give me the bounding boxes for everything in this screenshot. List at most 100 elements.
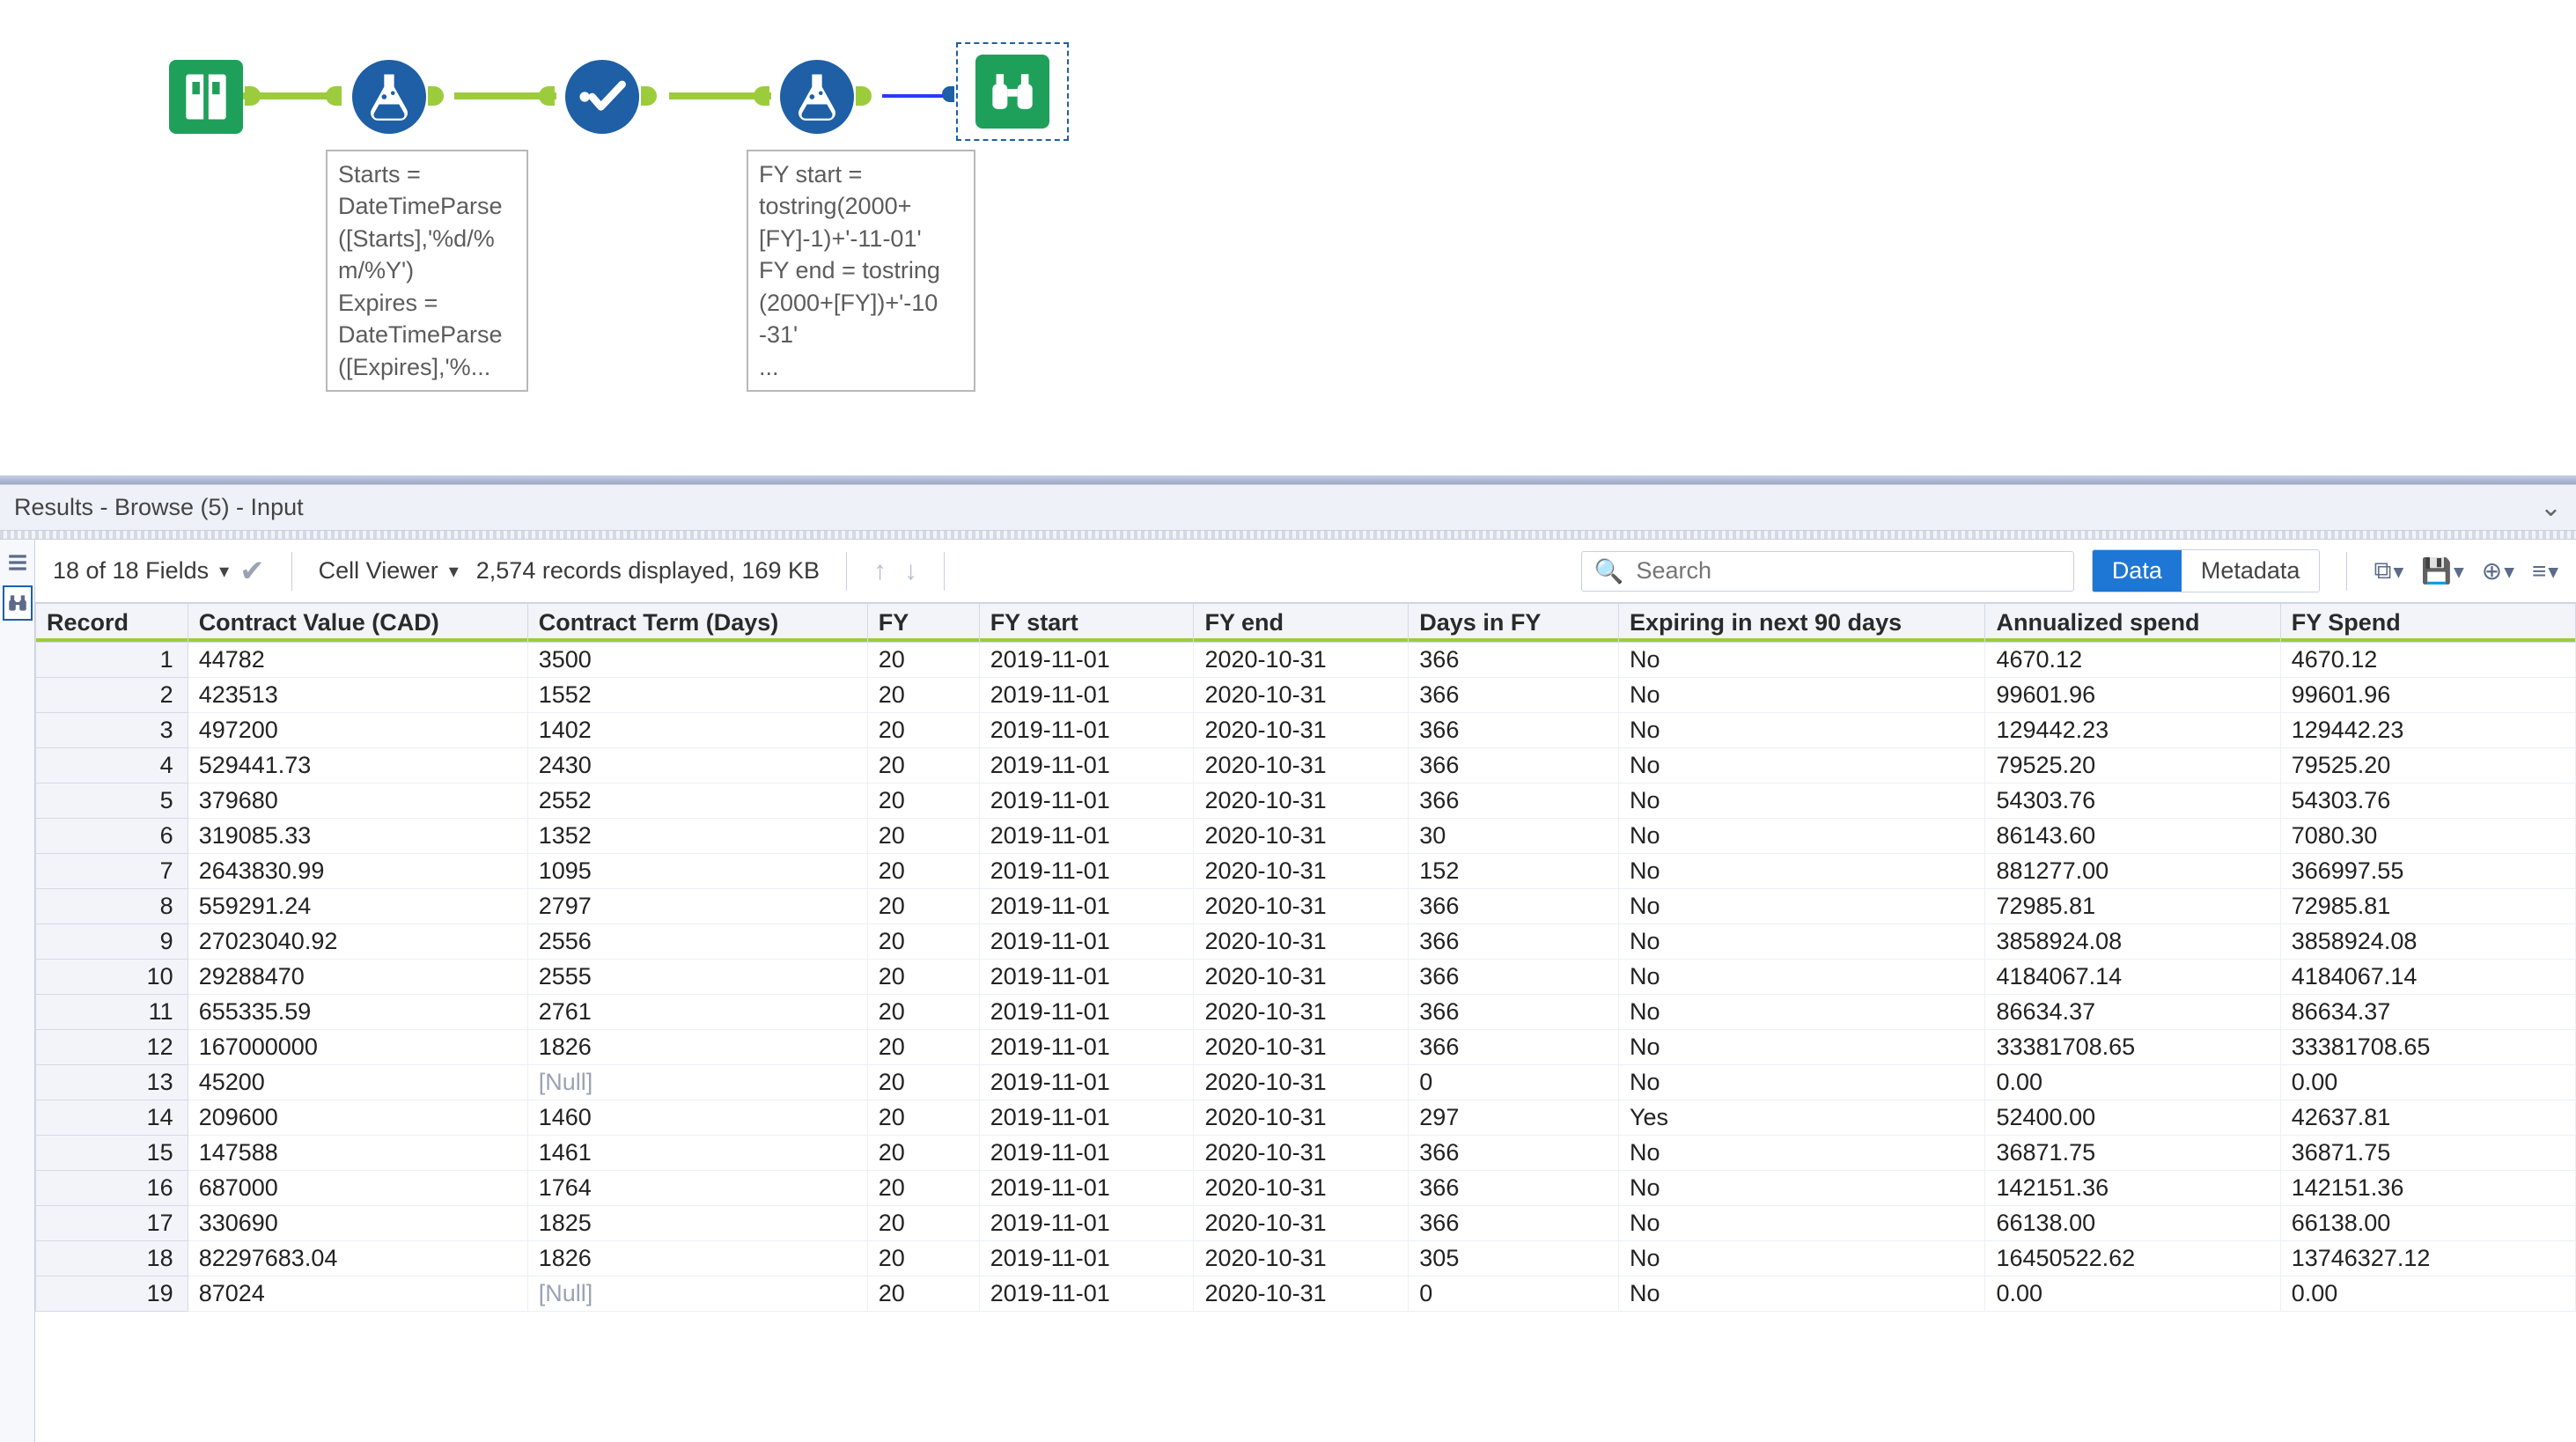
table-cell[interactable]: 655335.59 bbox=[188, 995, 527, 1030]
table-cell[interactable]: 2430 bbox=[527, 748, 867, 784]
table-cell[interactable]: 2797 bbox=[527, 889, 867, 924]
table-cell[interactable]: 881277.00 bbox=[1985, 854, 2280, 889]
output-port[interactable] bbox=[856, 86, 872, 106]
table-cell[interactable]: 330690 bbox=[188, 1206, 527, 1241]
table-cell[interactable]: 2020-10-31 bbox=[1194, 1065, 1409, 1100]
table-cell[interactable]: 3500 bbox=[527, 643, 867, 678]
table-cell[interactable]: 1826 bbox=[527, 1241, 867, 1276]
table-cell[interactable]: 2643830.99 bbox=[188, 854, 527, 889]
table-cell[interactable]: 20 bbox=[867, 1241, 979, 1276]
table-cell[interactable]: 366 bbox=[1409, 643, 1619, 678]
table-cell[interactable]: No bbox=[1619, 819, 1985, 854]
table-cell[interactable]: 3858924.08 bbox=[2280, 924, 2575, 960]
table-row[interactable]: 142096001460202019-11-012020-10-31297Yes… bbox=[36, 1100, 2576, 1136]
table-row[interactable]: 927023040.922556202019-11-012020-10-3136… bbox=[36, 924, 2576, 960]
table-cell[interactable]: 45200 bbox=[188, 1065, 527, 1100]
data-tab[interactable]: Data bbox=[2093, 550, 2182, 592]
check-icon[interactable]: ✔ bbox=[239, 554, 265, 589]
table-cell[interactable]: 366 bbox=[1409, 889, 1619, 924]
tool-formula-2[interactable] bbox=[780, 60, 854, 134]
annotation-formula-2[interactable]: FY start = tostring(2000+ [FY]-1)+'-11-0… bbox=[747, 150, 975, 392]
table-cell[interactable]: 319085.33 bbox=[188, 819, 527, 854]
table-cell[interactable]: 10 bbox=[36, 960, 188, 995]
table-cell[interactable]: 2552 bbox=[527, 784, 867, 819]
workflow-canvas[interactable]: Starts = DateTimeParse ([Starts],'%d/% m… bbox=[0, 0, 2576, 475]
table-cell[interactable]: 20 bbox=[867, 924, 979, 960]
column-header[interactable]: FY end bbox=[1194, 604, 1409, 643]
table-cell[interactable]: 7080.30 bbox=[2280, 819, 2575, 854]
table-cell[interactable]: 366 bbox=[1409, 748, 1619, 784]
table-cell[interactable]: 9 bbox=[36, 924, 188, 960]
table-cell[interactable]: 20 bbox=[867, 678, 979, 713]
table-cell[interactable]: 29288470 bbox=[188, 960, 527, 995]
table-row[interactable]: 72643830.991095202019-11-012020-10-31152… bbox=[36, 854, 2576, 889]
table-cell[interactable]: 129442.23 bbox=[2280, 713, 2575, 748]
table-cell[interactable]: 13 bbox=[36, 1065, 188, 1100]
table-cell[interactable]: 2 bbox=[36, 678, 188, 713]
table-row[interactable]: 24235131552202019-11-012020-10-31366No99… bbox=[36, 678, 2576, 713]
tool-formula-1[interactable] bbox=[352, 60, 426, 134]
table-cell[interactable]: 2019-11-01 bbox=[979, 784, 1194, 819]
table-cell[interactable]: No bbox=[1619, 713, 1985, 748]
copy-icon[interactable]: ⧉▾ bbox=[2374, 556, 2403, 585]
table-cell[interactable]: 27023040.92 bbox=[188, 924, 527, 960]
table-cell[interactable]: 366 bbox=[1409, 1136, 1619, 1171]
table-row[interactable]: 121670000001826202019-11-012020-10-31366… bbox=[36, 1030, 2576, 1065]
table-cell[interactable]: 305 bbox=[1409, 1241, 1619, 1276]
table-cell[interactable]: 13746327.12 bbox=[2280, 1241, 2575, 1276]
table-cell[interactable]: 66138.00 bbox=[2280, 1206, 2575, 1241]
table-cell[interactable]: 19 bbox=[36, 1276, 188, 1312]
table-cell[interactable]: 366 bbox=[1409, 784, 1619, 819]
column-header[interactable]: Record bbox=[36, 604, 188, 643]
column-header[interactable]: Annualized spend bbox=[1985, 604, 2280, 643]
table-cell[interactable]: 2020-10-31 bbox=[1194, 854, 1409, 889]
table-cell[interactable]: 12 bbox=[36, 1030, 188, 1065]
table-cell[interactable]: 4 bbox=[36, 748, 188, 784]
table-cell[interactable]: 2556 bbox=[527, 924, 867, 960]
table-cell[interactable]: 1461 bbox=[527, 1136, 867, 1171]
table-row[interactable]: 173306901825202019-11-012020-10-31366No6… bbox=[36, 1206, 2576, 1241]
table-cell[interactable]: 297 bbox=[1409, 1100, 1619, 1136]
table-cell[interactable]: 3858924.08 bbox=[1985, 924, 2280, 960]
table-cell[interactable]: 423513 bbox=[188, 678, 527, 713]
table-cell[interactable]: 20 bbox=[867, 854, 979, 889]
table-cell[interactable]: 11 bbox=[36, 995, 188, 1030]
table-cell[interactable]: 2020-10-31 bbox=[1194, 1276, 1409, 1312]
table-cell[interactable]: 20 bbox=[867, 889, 979, 924]
table-cell[interactable]: 529441.73 bbox=[188, 748, 527, 784]
column-header[interactable]: FY Spend bbox=[2280, 604, 2575, 643]
table-cell[interactable]: 2019-11-01 bbox=[979, 924, 1194, 960]
table-cell[interactable]: 152 bbox=[1409, 854, 1619, 889]
rail-browse-icon[interactable] bbox=[3, 585, 33, 621]
table-cell[interactable]: 2019-11-01 bbox=[979, 1241, 1194, 1276]
table-cell[interactable]: 20 bbox=[867, 819, 979, 854]
arrow-up-icon[interactable]: ↑ bbox=[873, 556, 887, 586]
table-cell[interactable]: 0 bbox=[1409, 1065, 1619, 1100]
table-cell[interactable]: 54303.76 bbox=[1985, 784, 2280, 819]
table-row[interactable]: 11655335.592761202019-11-012020-10-31366… bbox=[36, 995, 2576, 1030]
table-cell[interactable]: 86634.37 bbox=[2280, 995, 2575, 1030]
table-cell[interactable]: 36871.75 bbox=[1985, 1136, 2280, 1171]
table-cell[interactable]: 20 bbox=[867, 643, 979, 678]
table-cell[interactable]: 2020-10-31 bbox=[1194, 1206, 1409, 1241]
table-cell[interactable]: 2020-10-31 bbox=[1194, 713, 1409, 748]
column-header[interactable]: Days in FY bbox=[1409, 604, 1619, 643]
table-cell[interactable]: 7 bbox=[36, 854, 188, 889]
table-cell[interactable]: 87024 bbox=[188, 1276, 527, 1312]
table-cell[interactable]: 0.00 bbox=[2280, 1276, 2575, 1312]
table-cell[interactable]: 366 bbox=[1409, 995, 1619, 1030]
table-cell[interactable]: 82297683.04 bbox=[188, 1241, 527, 1276]
table-cell[interactable]: 2019-11-01 bbox=[979, 1276, 1194, 1312]
table-cell[interactable]: No bbox=[1619, 1276, 1985, 1312]
table-cell[interactable]: 2020-10-31 bbox=[1194, 784, 1409, 819]
table-cell[interactable]: 17 bbox=[36, 1206, 188, 1241]
table-cell[interactable]: No bbox=[1619, 643, 1985, 678]
table-cell[interactable]: 1 bbox=[36, 643, 188, 678]
tool-browse[interactable] bbox=[975, 55, 1049, 129]
arrow-down-icon[interactable]: ↓ bbox=[904, 556, 917, 586]
pane-divider[interactable] bbox=[0, 475, 2576, 484]
table-cell[interactable]: 0 bbox=[1409, 1276, 1619, 1312]
table-row[interactable]: 1882297683.041826202019-11-012020-10-313… bbox=[36, 1241, 2576, 1276]
table-cell[interactable]: 2019-11-01 bbox=[979, 1030, 1194, 1065]
table-cell[interactable]: 8 bbox=[36, 889, 188, 924]
